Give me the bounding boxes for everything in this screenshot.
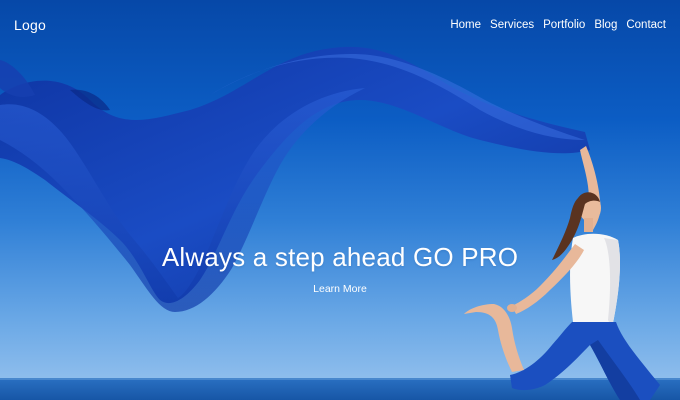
hero-section: Logo Home Services Portfolio Blog Contac… [0,0,680,400]
nav-item-portfolio[interactable]: Portfolio [543,18,585,32]
nav-item-blog[interactable]: Blog [594,18,617,32]
sea [0,378,680,400]
nav-item-services[interactable]: Services [490,18,534,32]
nav-item-contact[interactable]: Contact [626,18,666,32]
jumping-woman [464,146,660,400]
site-logo[interactable]: Logo [14,17,46,33]
nav-item-home[interactable]: Home [450,18,481,32]
main-navigation: Home Services Portfolio Blog Contact [450,18,666,32]
hero-background-image [0,46,680,400]
hero-headline: Always a step ahead GO PRO [161,242,519,272]
hero-cta-container: Learn More [0,279,680,297]
learn-more-link[interactable]: Learn More [313,283,367,295]
